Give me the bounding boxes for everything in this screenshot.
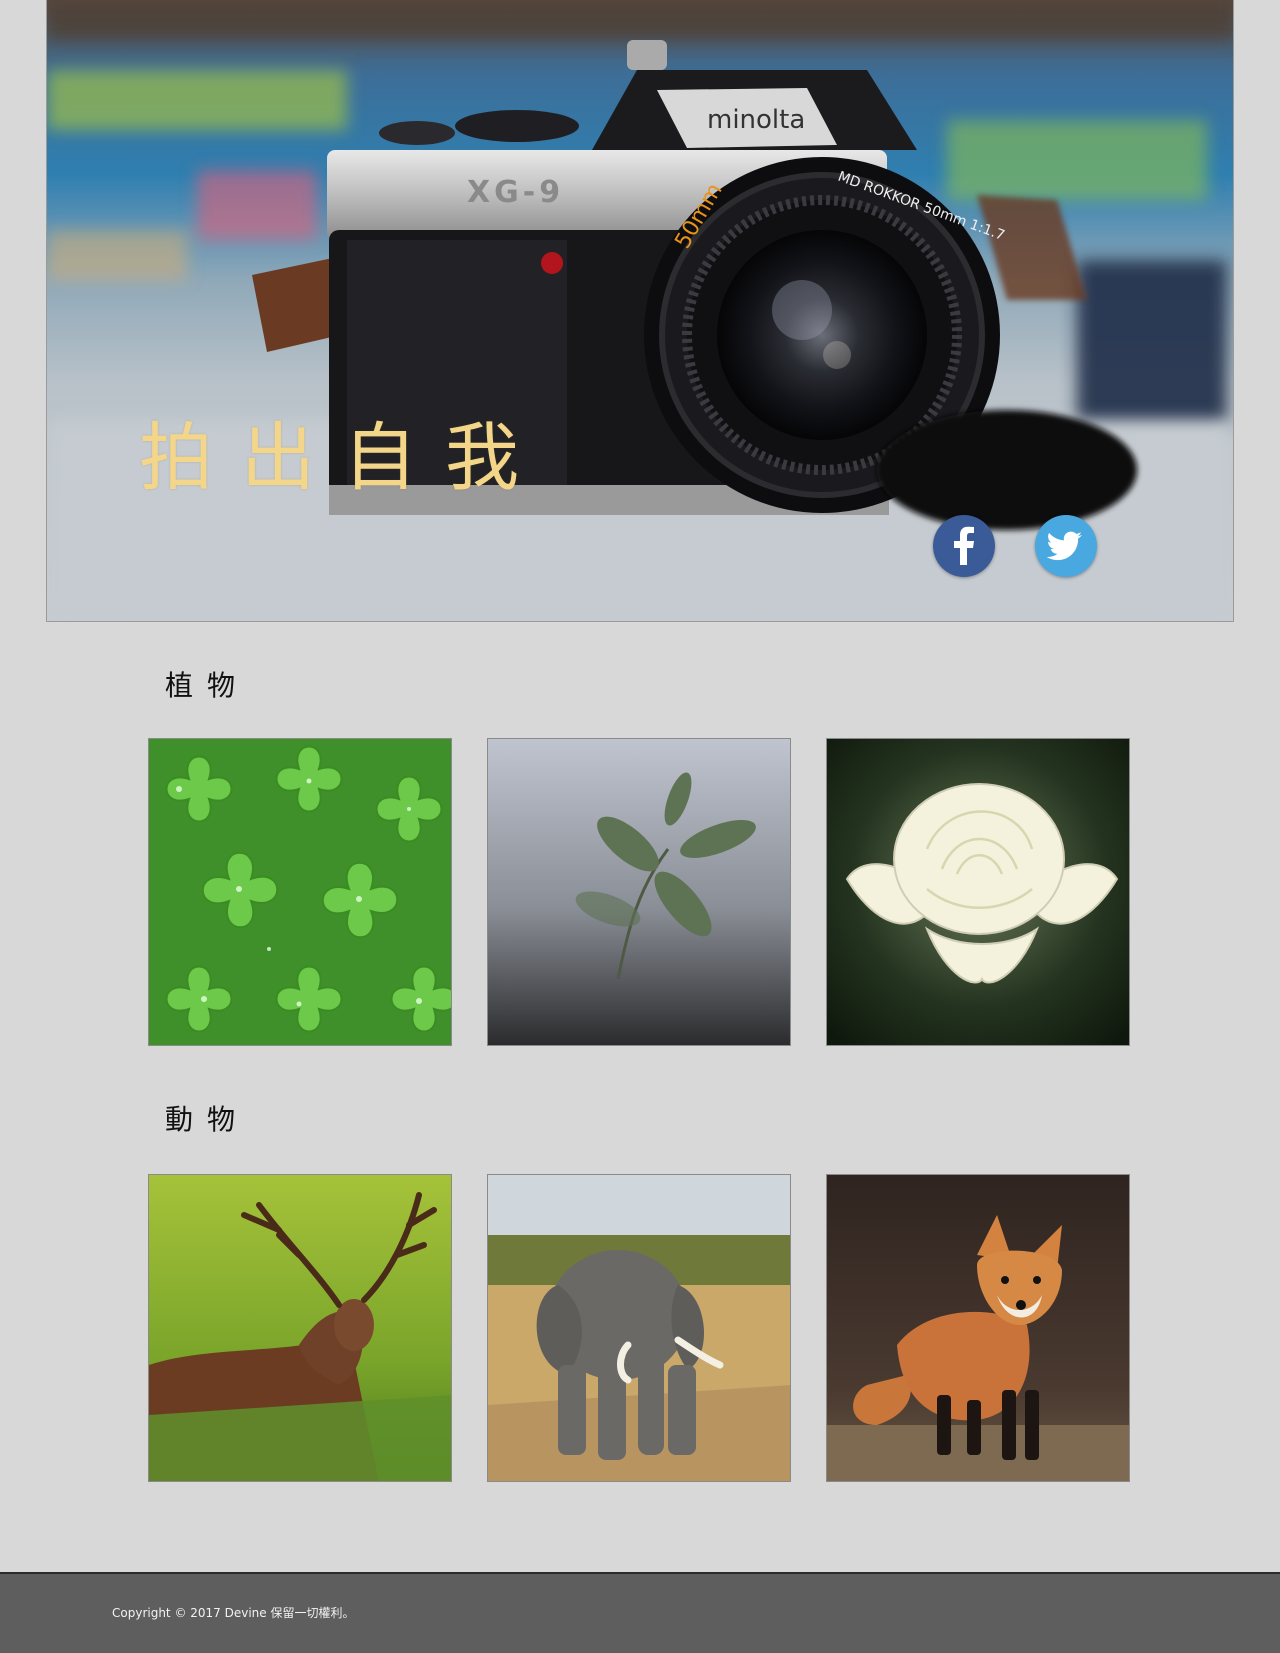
copyright-text: Copyright © 2017 Devine 保留一切權利。 xyxy=(112,1606,355,1620)
deer-photo[interactable] xyxy=(148,1174,452,1482)
page: minolta XG-9 50mm MD ROKKOR 50mm 1:1.7 拍… xyxy=(0,0,1280,1653)
leaf-sprig-photo[interactable] xyxy=(487,738,791,1046)
facebook-button[interactable] xyxy=(933,515,995,577)
hero-title: 拍出自我 xyxy=(139,415,547,501)
white-rose-photo[interactable] xyxy=(826,738,1130,1046)
twitter-button[interactable] xyxy=(1035,515,1097,577)
facebook-icon xyxy=(954,526,974,565)
hero-banner: minolta XG-9 50mm MD ROKKOR 50mm 1:1.7 拍… xyxy=(46,0,1234,622)
footer: Copyright © 2017 Devine 保留一切權利。 xyxy=(0,1572,1280,1653)
camera-model: XG-9 xyxy=(467,175,564,210)
elephant-photo[interactable] xyxy=(487,1174,791,1482)
twitter-icon xyxy=(1046,531,1082,561)
clover-photo[interactable] xyxy=(148,738,452,1046)
plants-section-title: 植物 xyxy=(165,669,250,702)
camera-brand: minolta xyxy=(707,105,805,135)
animals-section-title: 動物 xyxy=(165,1103,250,1136)
fox-photo[interactable] xyxy=(826,1174,1130,1482)
